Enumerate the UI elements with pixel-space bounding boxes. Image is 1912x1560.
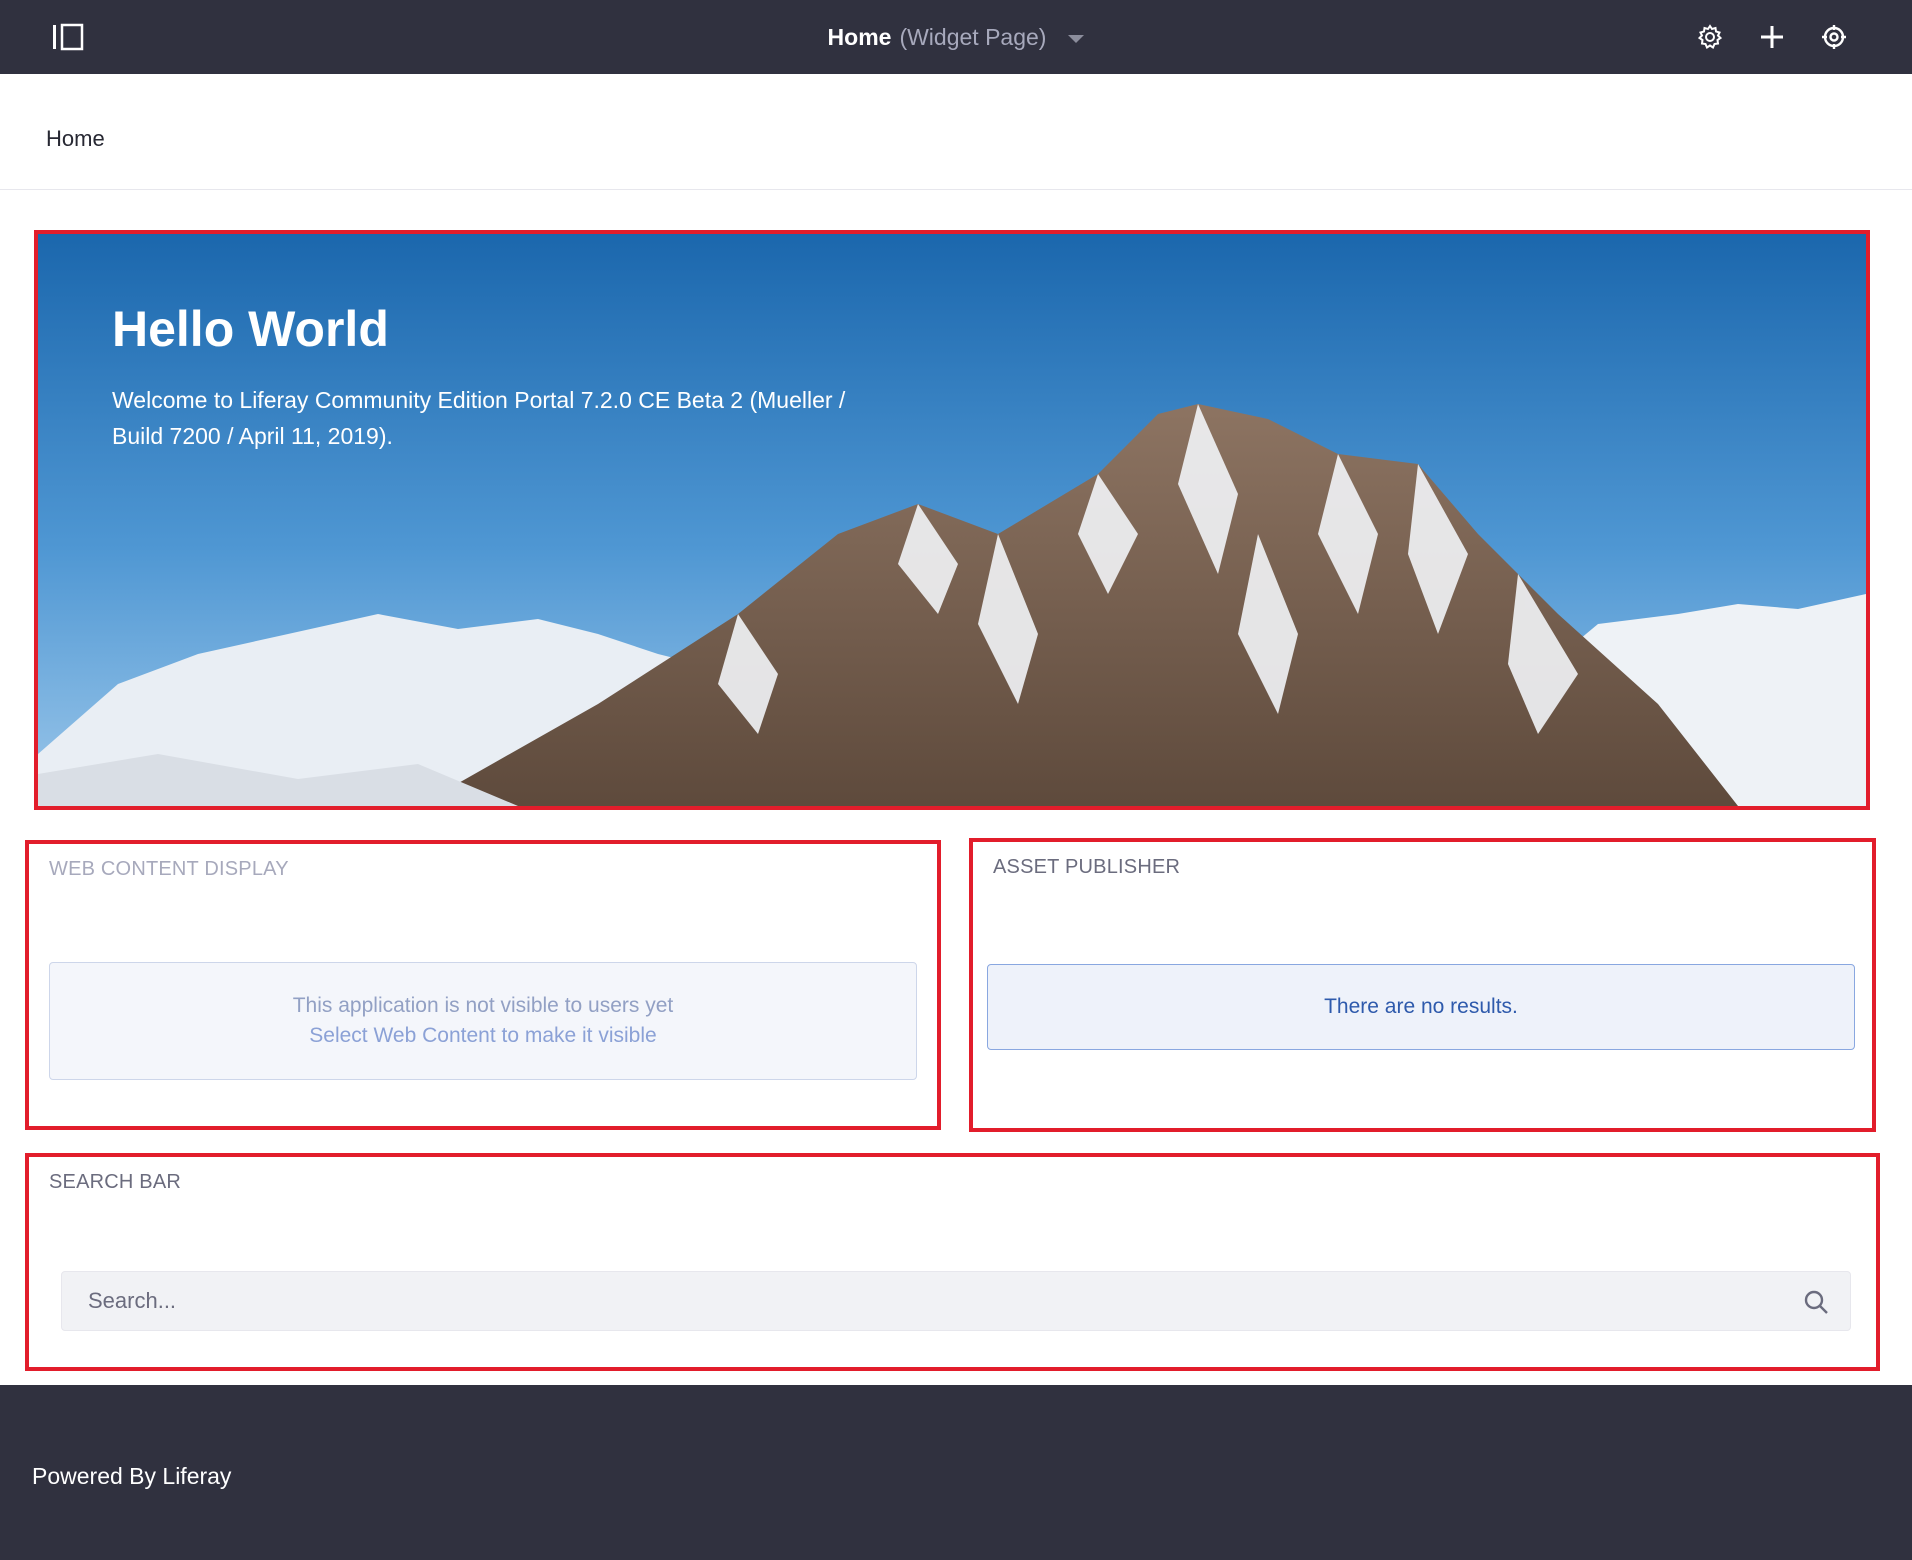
no-results-alert: There are no results. (987, 964, 1855, 1050)
page-name: Home (827, 23, 892, 50)
control-menu: Home (Widget Page) (0, 0, 1912, 74)
search-icon[interactable] (1798, 1284, 1834, 1320)
powered-by-text: Powered By Liferay (32, 1463, 232, 1489)
alert-message: This application is not visible to users… (292, 994, 674, 1017)
portlet-title: ASSET PUBLISHER (993, 856, 1181, 878)
search-input[interactable] (62, 1272, 1782, 1330)
page-type: (Widget Page) (899, 23, 1047, 50)
web-content-display-portlet: WEB CONTENT DISPLAY This application is … (25, 840, 941, 1130)
select-web-content-link[interactable]: Select Web Content to make it visible (309, 1024, 656, 1048)
page-title: Home (Widget Page) (0, 0, 1912, 74)
gear-icon[interactable] (1692, 19, 1728, 55)
asset-publisher-portlet: ASSET PUBLISHER There are no results. (969, 838, 1876, 1132)
footer: Powered By Liferay (0, 1385, 1912, 1560)
hero-text: Welcome to Liferay Community Edition Por… (112, 387, 846, 449)
hero-title: Hello World (112, 301, 389, 357)
portlet-title: WEB CONTENT DISPLAY (49, 858, 289, 880)
plus-icon[interactable] (1754, 19, 1790, 55)
alert-message: There are no results. (1324, 995, 1518, 1018)
simulation-icon[interactable] (1816, 19, 1852, 55)
site-navigation: Home (0, 74, 1912, 190)
control-menu-actions (1692, 0, 1852, 74)
search-bar-portlet: SEARCH BAR (25, 1153, 1880, 1371)
caret-down-icon[interactable] (1068, 35, 1085, 43)
nav-item-home[interactable]: Home (46, 126, 105, 152)
visibility-alert: This application is not visible to users… (49, 962, 917, 1080)
hero-banner: Hello World Welcome to Liferay Community… (34, 230, 1870, 810)
search-group (61, 1271, 1851, 1331)
portlet-title: SEARCH BAR (49, 1171, 182, 1193)
